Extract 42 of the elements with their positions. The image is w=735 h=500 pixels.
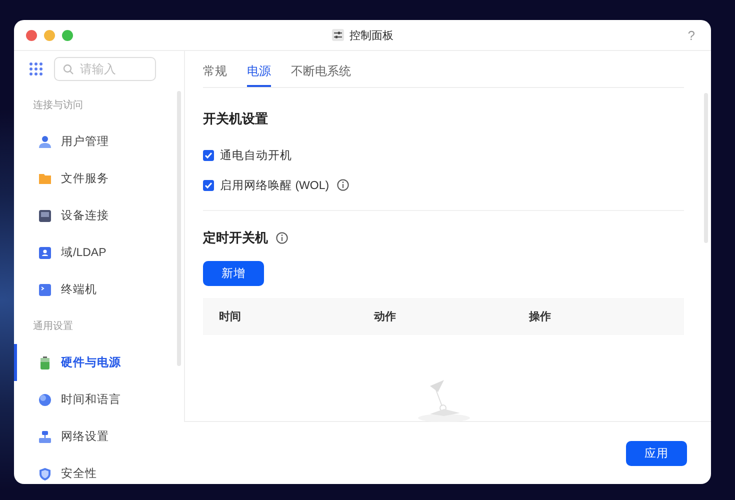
sidebar-item[interactable]: 安全性	[14, 455, 177, 484]
column-header: 时间	[219, 310, 242, 324]
window-title: 控制面板	[350, 28, 394, 42]
section-title: 开关机设置	[203, 110, 269, 128]
sidebar-item[interactable]: 设备连接	[14, 197, 177, 234]
column-header: 操作	[529, 310, 552, 324]
globe-icon	[38, 392, 52, 406]
apply-button[interactable]: 应用	[626, 440, 687, 466]
sidebar-item[interactable]: 用户管理	[14, 123, 177, 160]
tab[interactable]: 电源	[247, 51, 271, 87]
checkbox[interactable]	[203, 150, 214, 160]
column-header: 动作	[374, 310, 397, 324]
network-icon	[38, 430, 52, 444]
maximize-button[interactable]	[62, 30, 73, 40]
info-icon[interactable]	[337, 179, 350, 191]
battery-icon	[38, 356, 52, 370]
checkbox[interactable]	[203, 180, 214, 190]
sliders-icon	[332, 29, 344, 41]
app-grid-icon[interactable]	[29, 62, 43, 76]
sidebar-item[interactable]: 时间和语言	[14, 381, 177, 418]
checkbox-label: 启用网络唤醒 (WOL)	[220, 178, 330, 192]
id-card-icon	[38, 246, 52, 260]
user-icon	[38, 134, 52, 148]
add-button[interactable]: 新增	[203, 261, 264, 286]
sidebar-item[interactable]: 域/LDAP	[14, 234, 177, 271]
section-heading: 通用设置	[32, 320, 74, 334]
tab[interactable]: 不断电系统	[291, 51, 351, 87]
sidebar-item[interactable]: 终端机	[14, 271, 177, 308]
sidebar-item[interactable]: 文件服务	[14, 160, 177, 197]
tab[interactable]: 常规	[203, 51, 227, 87]
search-icon	[63, 64, 74, 74]
folder-icon	[38, 172, 52, 186]
section-heading: 连接与访问	[32, 98, 84, 113]
shield-icon	[38, 466, 52, 480]
section-title: 定时开关机	[203, 229, 268, 247]
close-button[interactable]	[26, 30, 37, 40]
checkbox-label: 通电自动开机	[220, 148, 292, 162]
terminal-icon	[38, 282, 52, 296]
info-icon[interactable]	[276, 232, 288, 244]
sidebar-item[interactable]: 网络设置	[14, 418, 177, 455]
device-icon	[38, 208, 52, 222]
search-field[interactable]: 请输入	[54, 57, 156, 81]
